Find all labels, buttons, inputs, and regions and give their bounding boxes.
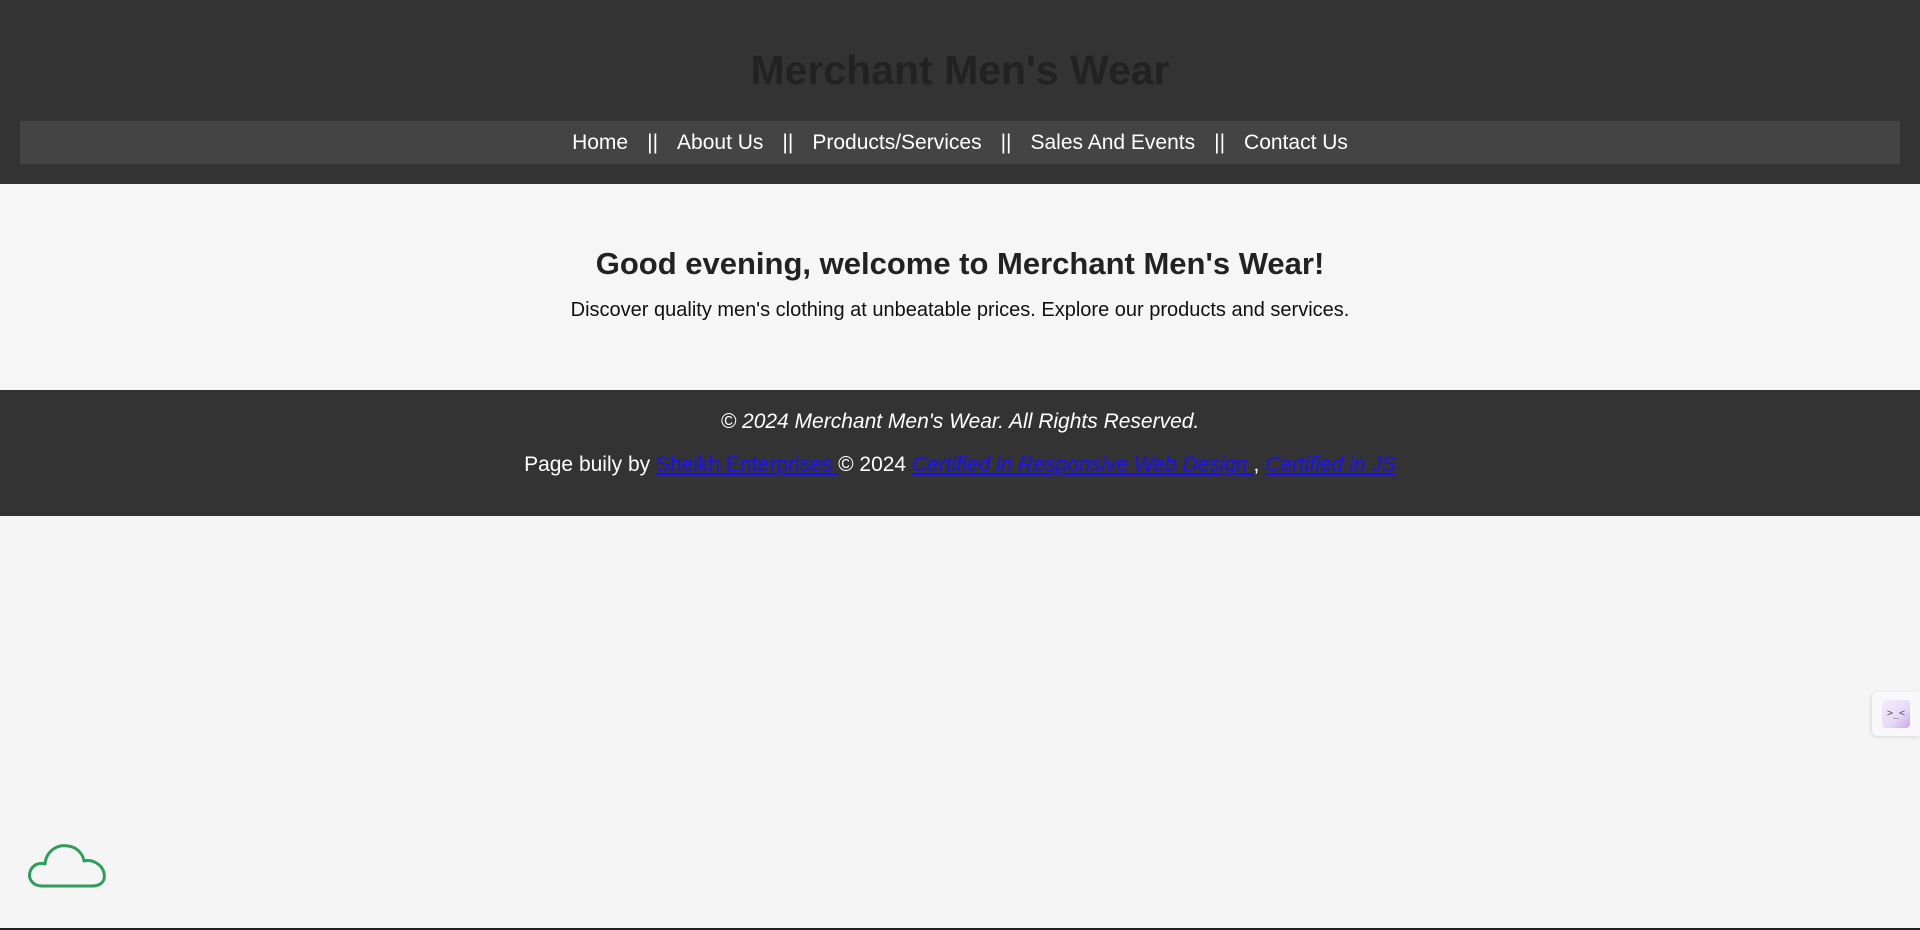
nav-about-link[interactable]: About Us — [677, 131, 763, 155]
nav-separator: || — [782, 130, 794, 154]
side-extension-widget[interactable]: >_< — [1872, 692, 1920, 736]
hero-text: Discover quality men's clothing at unbea… — [570, 299, 1350, 321]
js-cert-link[interactable]: Certified in JS — [1265, 453, 1396, 476]
main-nav: Home || About Us || Products/Services ||… — [20, 121, 1900, 164]
site-title: Merchant Men's Wear — [750, 47, 1170, 93]
footer-credit: Page buily by Sheikh Enterprises © 2024 … — [0, 453, 1920, 477]
nav-separator: || — [1214, 130, 1226, 154]
responsive-web-design-cert-link[interactable]: Certified in Responsive Web Design — [912, 453, 1254, 476]
site-header: Merchant Men's Wear Home || About Us || … — [0, 0, 1920, 184]
extension-glyph: >_< — [1882, 700, 1910, 728]
nav-separator: || — [647, 130, 659, 154]
cert-separator: , — [1253, 453, 1266, 476]
credit-year: © 2024 — [838, 453, 912, 476]
credit-prefix: Page buily by — [524, 453, 656, 476]
nav-contact-link[interactable]: Contact Us — [1244, 131, 1348, 155]
sheikh-enterprises-link[interactable]: Sheikh Enterprises — [656, 453, 838, 476]
nav-home-link[interactable]: Home — [572, 131, 628, 155]
nav-products-link[interactable]: Products/Services — [812, 131, 981, 155]
hero-section: Good evening, welcome to Merchant Men's … — [0, 184, 1920, 390]
footer-copyright: © 2024 Merchant Men's Wear. All Rights R… — [720, 410, 1200, 433]
cloud-icon[interactable] — [26, 836, 108, 890]
site-footer: © 2024 Merchant Men's Wear. All Rights R… — [0, 390, 1920, 516]
hero-heading: Good evening, welcome to Merchant Men's … — [595, 246, 1325, 281]
nav-sales-link[interactable]: Sales And Events — [1031, 131, 1196, 155]
nav-separator: || — [1000, 130, 1012, 154]
